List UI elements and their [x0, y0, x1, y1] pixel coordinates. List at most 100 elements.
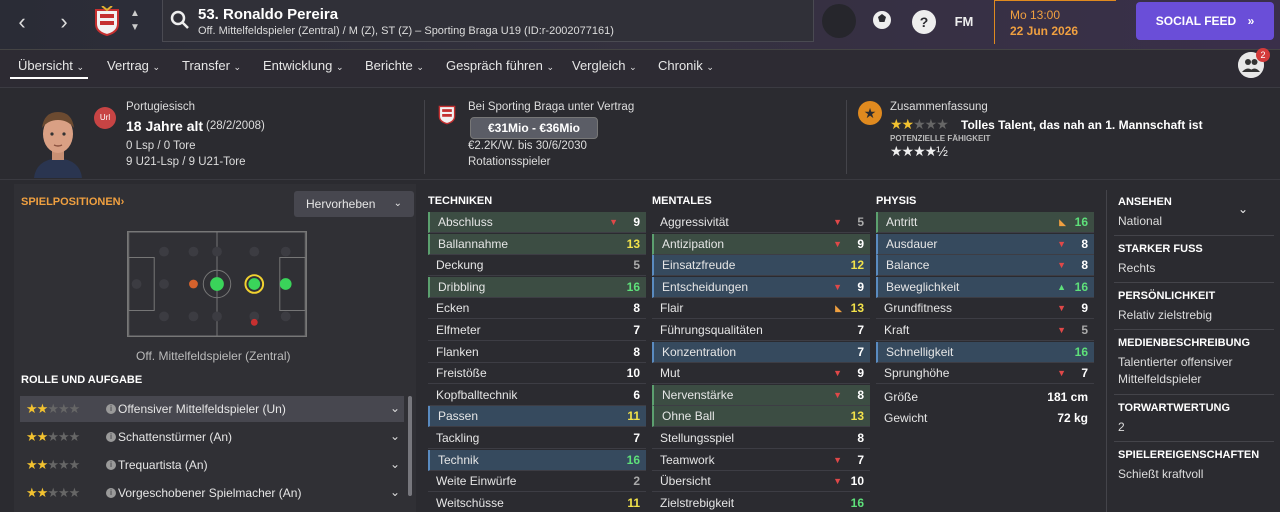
- arrow-down-icon: ▼: [833, 389, 842, 400]
- attribute-row[interactable]: Aggressivität ▼ 5: [652, 212, 870, 233]
- highlight-dropdown[interactable]: Hervorheben ⌄: [294, 191, 414, 217]
- menu-item-transfer[interactable]: Transfer ⌄: [182, 58, 241, 73]
- current-ability-stars: ★★★★★: [890, 116, 949, 132]
- player-name: 53. Ronaldo Pereira: [198, 6, 339, 23]
- status-circle: [822, 4, 856, 38]
- attribute-row[interactable]: Gewicht 72 kg: [876, 408, 1094, 429]
- attribute-row[interactable]: Deckung 5: [428, 255, 646, 277]
- attribute-row[interactable]: Teamwork ▼ 7: [652, 450, 870, 471]
- transfer-value-pill[interactable]: €31Mio - €36Mio: [470, 117, 598, 139]
- attribute-row[interactable]: Zielstrebigkeit 16: [652, 493, 870, 512]
- scrollbar[interactable]: [408, 396, 412, 496]
- chevron-down-icon[interactable]: ⌄: [390, 401, 400, 415]
- attribute-row[interactable]: Beweglichkeit ▲ 16: [876, 276, 1094, 298]
- chevron-down-icon[interactable]: ⌄: [390, 457, 400, 471]
- role-label: Schattenstürmer (An): [118, 430, 233, 444]
- attribute-row[interactable]: Größe 181 cm: [876, 387, 1094, 408]
- attribute-row[interactable]: Entscheidungen ▼ 9: [652, 276, 870, 298]
- chevron-up-icon[interactable]: ▲: [128, 8, 142, 19]
- attribute-row[interactable]: Weitschüsse 11: [428, 493, 646, 512]
- attribute-row[interactable]: Mut ▼ 9: [652, 363, 870, 385]
- attribute-row[interactable]: Schnelligkeit 16: [876, 341, 1094, 363]
- menu-item-uebersicht[interactable]: Übersicht ⌄: [18, 58, 84, 73]
- caps-goals: 0 Lsp / 0 Tore: [126, 140, 196, 152]
- menu-item-entwicklung[interactable]: Entwicklung ⌄: [263, 58, 344, 73]
- search-icon[interactable]: [170, 10, 190, 30]
- attribute-value: 5: [1081, 323, 1088, 337]
- attribute-row[interactable]: Weite Einwürfe 2: [428, 471, 646, 493]
- attribute-label: Passen: [438, 409, 479, 424]
- menu-item-vertrag[interactable]: Vertrag ⌄: [107, 58, 160, 73]
- divider: [1114, 329, 1274, 330]
- chevron-down-icon[interactable]: ⌄: [390, 485, 400, 499]
- help-icon[interactable]: ?: [912, 10, 936, 34]
- ball-icon[interactable]: [870, 8, 894, 32]
- info-icon[interactable]: i: [106, 460, 116, 470]
- social-feed-button[interactable]: SOCIAL FEED »: [1136, 2, 1274, 40]
- star-icon: ★: [858, 101, 882, 125]
- attribute-row[interactable]: Balance ▼ 8: [876, 255, 1094, 277]
- attribute-row[interactable]: Technik 16: [428, 449, 646, 471]
- notification-badge: 2: [1256, 48, 1270, 62]
- attribute-row[interactable]: Abschluss ▼ 9: [428, 212, 646, 233]
- attribute-row[interactable]: Ecken 8: [428, 298, 646, 320]
- attribute-value: 7: [857, 344, 864, 359]
- attribute-row[interactable]: Ohne Ball 13: [652, 406, 870, 428]
- attribute-row[interactable]: Kopfballtechnik 6: [428, 385, 646, 406]
- attribute-label: Grundfitness: [884, 301, 953, 316]
- attribute-row[interactable]: Übersicht ▼ 10: [652, 471, 870, 493]
- menu-item-berichte[interactable]: Berichte ⌄: [365, 58, 424, 73]
- attribute-row[interactable]: Konzentration 7: [652, 341, 870, 363]
- attribute-row[interactable]: Führungsqualitäten 7: [652, 320, 870, 341]
- attribute-value: 9: [857, 366, 864, 381]
- detail-value: 2: [1118, 420, 1125, 434]
- chevron-down-icon[interactable]: ▼: [128, 22, 142, 33]
- menu-item-gespraech[interactable]: Gespräch führen ⌄: [446, 58, 554, 73]
- attribute-row[interactable]: Dribbling 16: [428, 276, 646, 298]
- attribute-value: 9: [857, 279, 864, 294]
- attribute-row[interactable]: Antizipation ▼ 9: [652, 233, 870, 255]
- contract-club: Bei Sporting Braga unter Vertrag: [468, 101, 635, 113]
- info-icon[interactable]: i: [106, 488, 116, 498]
- detail-value: National: [1118, 214, 1163, 228]
- attribute-row[interactable]: Ausdauer ▼ 8: [876, 233, 1094, 255]
- forward-arrow-icon[interactable]: ›: [50, 8, 78, 36]
- club-crest-icon[interactable]: [94, 6, 120, 36]
- attribute-row[interactable]: Stellungsspiel 8: [652, 428, 870, 449]
- attribute-label: Antizipation: [662, 236, 725, 251]
- position-caption: Off. Mittelfeldspieler (Zentral): [136, 349, 291, 363]
- attribute-row[interactable]: Flanken 8: [428, 342, 646, 363]
- arrow-down-icon: ▼: [1057, 238, 1066, 249]
- attribute-label: Zielstrebigkeit: [660, 495, 735, 510]
- role-label: Trequartista (An): [118, 458, 208, 472]
- attribute-row[interactable]: Einsatzfreude 12: [652, 255, 870, 277]
- attribute-row[interactable]: Freistöße 10: [428, 363, 646, 385]
- chevron-down-icon: ⌄: [706, 62, 714, 72]
- menu-item-vergleich[interactable]: Vergleich ⌄: [572, 58, 637, 73]
- attribute-row[interactable]: Flair ◣ 13: [652, 298, 870, 320]
- attribute-row[interactable]: Tackling 7: [428, 428, 646, 449]
- menu-item-chronik[interactable]: Chronik ⌄: [658, 58, 714, 73]
- attribute-row[interactable]: Kraft ▼ 5: [876, 320, 1094, 341]
- attribute-value: 7: [1081, 366, 1088, 381]
- positions-title[interactable]: SPIELPOSITIONEN›: [21, 196, 124, 208]
- divider: [424, 100, 425, 174]
- info-icon[interactable]: i: [106, 404, 116, 414]
- attribute-row[interactable]: Ballannahme 13: [428, 233, 646, 255]
- info-icon[interactable]: i: [106, 432, 116, 442]
- double-chevron-right-icon: »: [1247, 14, 1255, 28]
- attribute-row[interactable]: Sprunghöhe ▼ 7: [876, 363, 1094, 385]
- column-title: TECHNIKEN: [428, 195, 493, 207]
- fm-icon[interactable]: FM: [950, 10, 978, 34]
- detail-title: TORWARTWERTUNG: [1118, 402, 1231, 414]
- attribute-row[interactable]: Passen 11: [428, 406, 646, 428]
- attribute-row[interactable]: Nervenstärke ▼ 8: [652, 384, 870, 406]
- attribute-row[interactable]: Antritt ◣ 16: [876, 212, 1094, 233]
- attribute-row[interactable]: Elfmeter 7: [428, 320, 646, 341]
- attribute-value: 9: [1081, 301, 1088, 316]
- back-arrow-icon[interactable]: ‹: [8, 8, 36, 36]
- attribute-label: Ballannahme: [438, 236, 509, 251]
- attribute-row[interactable]: Grundfitness ▼ 9: [876, 298, 1094, 320]
- attribute-value: 7: [857, 452, 864, 467]
- chevron-down-icon[interactable]: ⌄: [390, 429, 400, 443]
